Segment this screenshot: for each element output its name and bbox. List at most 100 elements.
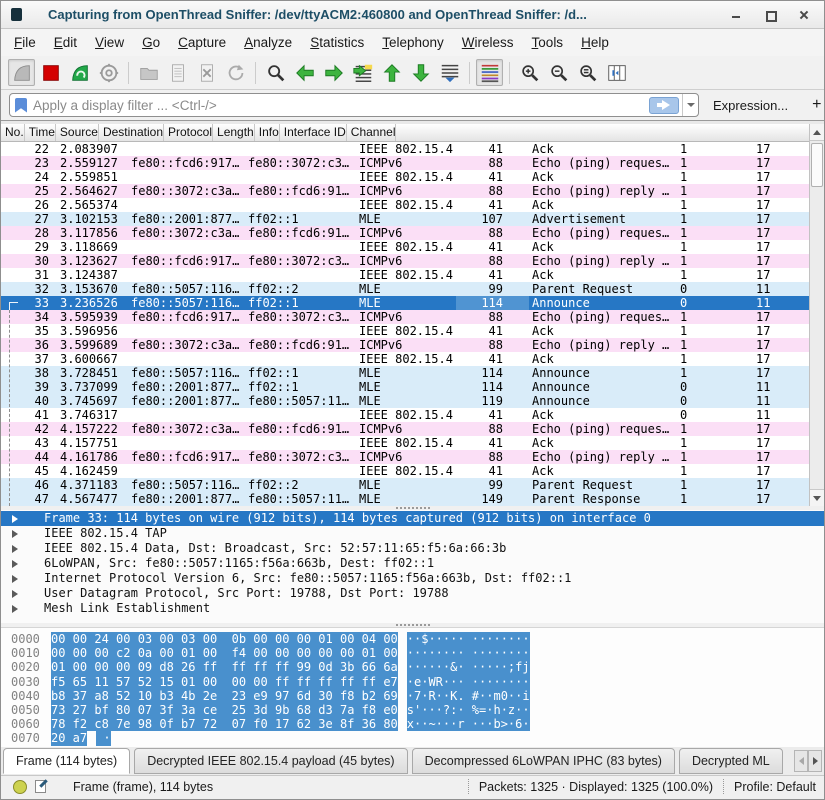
byte-view-tab[interactable]: Decompressed 6LoWPAN IPHC (83 bytes) — [412, 748, 675, 774]
column-header[interactable]: Info — [255, 124, 280, 141]
hex-row[interactable]: 006078 f2 c8 7e 98 0f b7 72 07 f0 17 62 … — [1, 717, 824, 731]
column-header[interactable]: Length — [213, 124, 255, 141]
menu-item[interactable]: Edit — [45, 31, 86, 54]
packet-row[interactable]: 31 3.124387 IEEE 802.15.4 41 Ack 1 17 — [1, 268, 809, 282]
detail-line[interactable]: Mesh Link Establishment — [1, 601, 824, 616]
hex-row[interactable]: 005073 27 bf 80 07 3f 3a ce 25 3d 9b 68 … — [1, 703, 824, 717]
auto-scroll-icon[interactable] — [436, 59, 463, 86]
hex-row[interactable]: 002001 00 00 00 09 d8 26 ff ff ff ff 99 … — [1, 660, 824, 674]
go-last-icon[interactable] — [407, 59, 434, 86]
display-filter-field[interactable] — [9, 93, 699, 117]
packet-row[interactable]: 36 3.599689 fe80::3072:c3a… fe80::fcd6:9… — [1, 338, 809, 352]
colorize-icon[interactable] — [476, 59, 503, 86]
menu-item[interactable]: Wireless — [453, 31, 523, 54]
hex-row[interactable]: 001000 00 00 c2 0a 00 01 00 f4 00 00 00 … — [1, 646, 824, 660]
byte-view-tab[interactable]: Decrypted ML — [679, 748, 783, 774]
detail-line[interactable]: Frame 33: 114 bytes on wire (912 bits), … — [1, 511, 824, 526]
packet-row[interactable]: 33 3.236526 fe80::5057:116… ff02::1 MLE … — [1, 296, 809, 310]
go-first-icon[interactable] — [378, 59, 405, 86]
packet-row[interactable]: 47 4.567477 fe80::2001:877… fe80::5057:1… — [1, 492, 809, 506]
column-header[interactable]: Source — [56, 124, 99, 141]
packet-row[interactable]: 42 4.157222 fe80::3072:c3a… fe80::fcd6:9… — [1, 422, 809, 436]
packet-row[interactable]: 35 3.596956 IEEE 802.15.4 41 Ack 1 17 — [1, 324, 809, 338]
reload-file-icon[interactable] — [222, 59, 249, 86]
go-back-icon[interactable] — [291, 59, 318, 86]
menu-item[interactable]: Statistics — [301, 31, 373, 54]
packet-row[interactable]: 22 2.083907 IEEE 802.15.4 41 Ack 1 17 — [1, 142, 809, 156]
zoom-reset-icon[interactable] — [574, 59, 601, 86]
packet-list[interactable]: 22 2.083907 IEEE 802.15.4 41 Ack 1 17 23… — [1, 142, 824, 506]
packet-row[interactable]: 28 3.117856 fe80::3072:c3a… fe80::fcd6:9… — [1, 226, 809, 240]
packet-row[interactable]: 39 3.737099 fe80::2001:877… ff02::1 MLE … — [1, 380, 809, 394]
start-capture-icon[interactable] — [8, 59, 35, 86]
detail-line[interactable]: User Datagram Protocol, Src Port: 19788,… — [1, 586, 824, 601]
column-header[interactable]: Protocol — [164, 124, 213, 141]
scrollbar-thumb[interactable] — [811, 143, 823, 187]
menu-item[interactable]: Go — [133, 31, 169, 54]
capture-options-icon[interactable] — [95, 59, 122, 86]
menu-item[interactable]: Telephony — [373, 31, 453, 54]
close-file-icon[interactable] — [193, 59, 220, 86]
open-file-icon[interactable] — [135, 59, 162, 86]
display-filter-input[interactable] — [33, 95, 649, 115]
packet-row[interactable]: 26 2.565374 IEEE 802.15.4 41 Ack 1 17 — [1, 198, 809, 212]
menu-item[interactable]: Tools — [523, 31, 573, 54]
byte-view-tab[interactable]: Frame (114 bytes) — [3, 748, 130, 774]
byte-view-tab[interactable]: Decrypted IEEE 802.15.4 payload (45 byte… — [134, 748, 407, 774]
filter-history-dropdown[interactable] — [682, 93, 698, 117]
hex-row[interactable]: 000000 00 24 00 03 00 03 00 0b 00 00 00 … — [1, 632, 824, 646]
tab-scroll-right-icon[interactable] — [808, 750, 822, 772]
menu-item[interactable]: File — [5, 31, 45, 54]
capture-comment-icon[interactable] — [35, 780, 49, 794]
zoom-in-icon[interactable] — [516, 59, 543, 86]
status-profile[interactable]: Profile: Default — [734, 780, 816, 794]
detail-line[interactable]: IEEE 802.15.4 TAP — [1, 526, 824, 541]
column-header[interactable]: No. — [1, 124, 25, 141]
packet-row[interactable]: 38 3.728451 fe80::5057:116… ff02::1 MLE … — [1, 366, 809, 380]
go-forward-icon[interactable] — [320, 59, 347, 86]
minimize-icon[interactable] — [730, 9, 742, 21]
packet-bytes-pane[interactable]: 000000 00 24 00 03 00 03 00 0b 00 00 00 … — [1, 627, 824, 747]
packet-row[interactable]: 29 3.118669 IEEE 802.15.4 41 Ack 1 17 — [1, 240, 809, 254]
packet-row[interactable]: 41 3.746317 IEEE 802.15.4 41 Ack 0 11 — [1, 408, 809, 422]
save-file-icon[interactable] — [164, 59, 191, 86]
hex-row[interactable]: 0040b8 37 a8 52 10 b3 4b 2e 23 e9 97 6d … — [1, 689, 824, 703]
packet-row[interactable]: 27 3.102153 fe80::2001:877… ff02::1 MLE … — [1, 212, 809, 226]
bookmark-icon[interactable] — [15, 98, 27, 113]
packet-row[interactable]: 32 3.153670 fe80::5057:116… ff02::2 MLE … — [1, 282, 809, 296]
packet-row[interactable]: 34 3.595939 fe80::fcd6:917… fe80::3072:c… — [1, 310, 809, 324]
packet-row[interactable]: 37 3.600667 IEEE 802.15.4 41 Ack 1 17 — [1, 352, 809, 366]
detail-line[interactable]: 6LoWPAN, Src: fe80::5057:1165:f56a:663b,… — [1, 556, 824, 571]
expression-button[interactable]: Expression... — [713, 98, 788, 113]
column-header[interactable]: Time — [25, 124, 56, 141]
packet-row[interactable]: 43 4.157751 IEEE 802.15.4 41 Ack 1 17 — [1, 436, 809, 450]
packet-row[interactable]: 44 4.161786 fe80::fcd6:917… fe80::3072:c… — [1, 450, 809, 464]
column-header[interactable]: Destination — [99, 124, 164, 141]
hex-row[interactable]: 0030f5 65 11 57 52 15 01 00 00 00 ff ff … — [1, 675, 824, 689]
maximize-icon[interactable] — [764, 9, 776, 21]
zoom-out-icon[interactable] — [545, 59, 572, 86]
hex-row[interactable]: 007020 a7 · — [1, 731, 824, 745]
find-packet-icon[interactable] — [262, 59, 289, 86]
packet-row[interactable]: 46 4.371183 fe80::5057:116… ff02::2 MLE … — [1, 478, 809, 492]
detail-line[interactable]: IEEE 802.15.4 Data, Dst: Broadcast, Src:… — [1, 541, 824, 556]
scroll-up-icon[interactable] — [810, 124, 824, 141]
resize-columns-icon[interactable] — [603, 59, 630, 86]
tab-scroll-left-icon[interactable] — [794, 750, 808, 772]
stop-capture-icon[interactable] — [37, 59, 64, 86]
packet-row[interactable]: 40 3.745697 fe80::2001:877… fe80::5057:1… — [1, 394, 809, 408]
menu-item[interactable]: View — [86, 31, 133, 54]
packet-details-pane[interactable]: Frame 33: 114 bytes on wire (912 bits), … — [1, 510, 824, 623]
menu-item[interactable]: Capture — [169, 31, 235, 54]
packet-row[interactable]: 45 4.162459 IEEE 802.15.4 41 Ack 1 17 — [1, 464, 809, 478]
packet-row[interactable]: 25 2.564627 fe80::3072:c3a… fe80::fcd6:9… — [1, 184, 809, 198]
detail-line[interactable]: Internet Protocol Version 6, Src: fe80::… — [1, 571, 824, 586]
expert-info-icon[interactable] — [13, 780, 27, 794]
close-icon[interactable] — [798, 9, 810, 21]
column-header[interactable]: Interface ID — [280, 124, 347, 141]
add-filter-button[interactable]: + — [812, 96, 821, 114]
packet-row[interactable]: 23 2.559127 fe80::fcd6:917… fe80::3072:c… — [1, 156, 809, 170]
apply-filter-button[interactable] — [649, 97, 679, 114]
scroll-down-icon[interactable] — [810, 489, 824, 506]
go-to-packet-icon[interactable] — [349, 59, 376, 86]
